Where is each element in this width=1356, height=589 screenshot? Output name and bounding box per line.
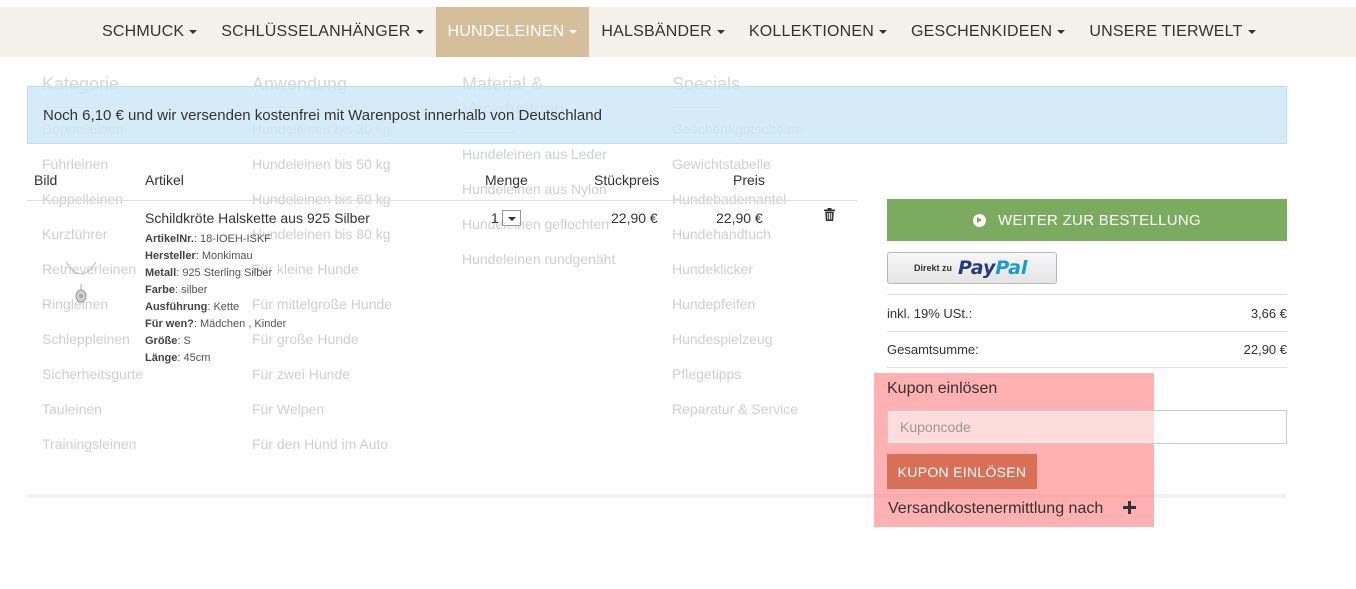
cart-item-title[interactable]: Schildkröte Halskette aus 925 Silber (145, 210, 370, 226)
caret-down-icon (879, 30, 888, 34)
tax-label: inkl. 19% USt.: (887, 305, 973, 321)
nav-item-hundeleinen[interactable]: HUNDELEINEN (435, 7, 590, 57)
chevron-down-icon[interactable] (501, 210, 521, 226)
tax-value: 3,66 € (1250, 305, 1287, 321)
total-value: 22,90 € (1243, 342, 1287, 357)
quantity-value: 1 (491, 210, 499, 226)
coupon-code-input[interactable]: Kuponcode (887, 410, 1287, 444)
paypal-button[interactable]: Direkt zu Pay Pal (887, 252, 1057, 284)
main-navigation: SCHMUCK SCHLÜSSELANHÄNGER HUNDELEINEN HA… (0, 7, 1356, 57)
trash-icon[interactable] (824, 208, 835, 221)
caret-down-icon (716, 30, 725, 34)
detail-row: Metall: 925 Sterling Silber (145, 267, 273, 279)
coupon-button-label: KUPON EINLÖSEN (897, 463, 1027, 480)
column-header-image: Bild (34, 172, 58, 188)
plus-icon[interactable] (1123, 501, 1136, 514)
total-label: Gesamtsumme: (887, 342, 979, 357)
caret-down-icon (569, 30, 578, 34)
detail-row: Hersteller: Monkimau (145, 250, 253, 262)
line-price: 22,90 € (716, 210, 763, 226)
paypal-prefix: Direkt zu (914, 263, 953, 273)
detail-row: ArtikelNr.: 18-IOEH-ISKF (145, 233, 271, 245)
column-header-price: Preis (733, 172, 765, 188)
detail-row: Größe: S (145, 335, 191, 347)
column-header-quantity: Menge (485, 172, 528, 188)
column-header-unit-price: Stückpreis (594, 172, 660, 188)
nav-item-halsbaender[interactable]: HALSBÄNDER (589, 7, 736, 57)
necklace-thumbnail[interactable] (63, 260, 99, 308)
arrow-circle-right-icon (973, 213, 986, 227)
caret-down-icon (189, 30, 198, 34)
paypal-logo: Pay (958, 257, 996, 279)
tax-row: inkl. 19% USt.: 3,66 € (887, 294, 1287, 331)
notice-text: Noch 6,10 € und wir versenden kostenfrei… (43, 106, 602, 124)
paypal-logo: Pal (995, 257, 1028, 279)
caret-down-icon (415, 30, 424, 34)
column-header-article: Artikel (145, 172, 184, 188)
caret-down-icon (1247, 30, 1256, 34)
coupon-heading: Kupon einlösen (887, 380, 998, 397)
free-shipping-notice: Noch 6,10 € und wir versenden kostenfrei… (27, 86, 1287, 144)
unit-price: 22,90 € (611, 210, 658, 226)
continue-to-order-button[interactable]: WEITER ZUR BESTELLUNG (887, 199, 1287, 241)
quantity-select[interactable]: 1 (491, 210, 521, 226)
caret-down-icon (1057, 30, 1066, 34)
nav-item-geschenkideen[interactable]: GESCHENKIDEEN (899, 7, 1077, 57)
nav-item-schmuck[interactable]: SCHMUCK (90, 7, 209, 57)
shipping-estimate-toggle[interactable]: Versandkostenermittlung nach (888, 500, 1103, 518)
nav-item-schluesselanhaenger[interactable]: SCHLÜSSELANHÄNGER (209, 7, 435, 57)
total-row: Gesamtsumme: 22,90 € (887, 331, 1287, 368)
cart-item-details: ArtikelNr.: 18-IOEH-ISKF Hersteller: Mon… (145, 231, 286, 367)
nav-item-unsere-tierwelt[interactable]: UNSERE TIERWELT (1077, 7, 1267, 57)
detail-row: Für wen?: Mädchen , Kinder (145, 318, 287, 330)
nav-item-kollektionen[interactable]: KOLLEKTIONEN (737, 7, 899, 57)
order-button-label: WEITER ZUR BESTELLUNG (998, 211, 1201, 229)
cart-panel: Bild Artikel Menge Stückpreis Preis Schi… (27, 150, 1287, 527)
divider (27, 200, 857, 201)
detail-row: Ausführung: Kette (145, 301, 240, 313)
coupon-placeholder: Kuponcode (900, 419, 971, 435)
redeem-coupon-button[interactable]: KUPON EINLÖSEN (887, 454, 1037, 489)
detail-row: Farbe: silber (145, 284, 208, 296)
detail-row: Länge: 45cm (145, 352, 211, 364)
